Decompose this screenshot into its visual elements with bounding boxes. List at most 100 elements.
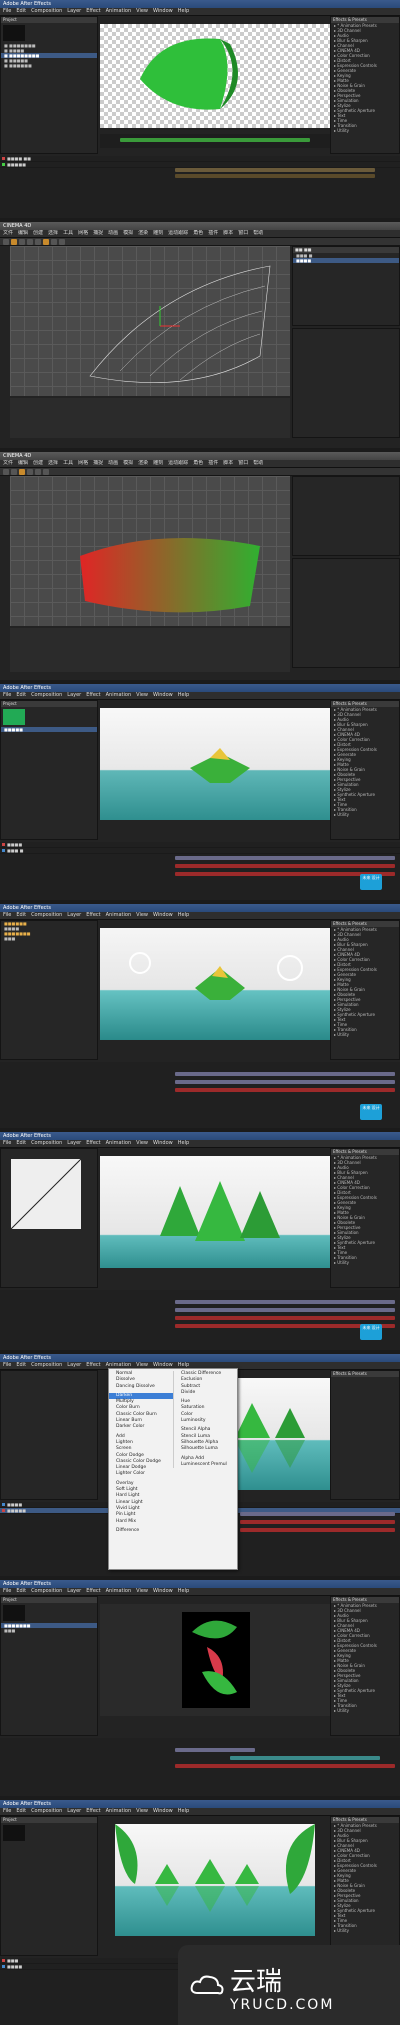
menu-item[interactable]: Layer	[67, 1140, 81, 1147]
menu-item[interactable]: 脚本	[223, 460, 233, 467]
composition-viewer[interactable]	[100, 708, 330, 820]
tool-button[interactable]	[35, 239, 41, 245]
menu-item[interactable]: Effect	[86, 1362, 100, 1369]
menu-item[interactable]: Layer	[67, 692, 81, 699]
tool-button[interactable]	[27, 239, 33, 245]
tool-button[interactable]	[3, 239, 9, 245]
menu-item[interactable]: 运动跟踪	[168, 230, 188, 237]
menu-item[interactable]: File	[3, 1588, 11, 1595]
blend-mode-option[interactable]: Luminescent Premul	[174, 1462, 238, 1468]
menu-item[interactable]: Window	[153, 912, 173, 919]
menu-item[interactable]: Window	[153, 1588, 173, 1595]
tool-button[interactable]	[19, 239, 25, 245]
timeline-panel[interactable]: ■■■■ ■■ ■■■■■	[0, 156, 400, 218]
menu-item[interactable]: Window	[153, 692, 173, 699]
effect-category-item[interactable]: ▸ Utility	[331, 812, 399, 817]
timeline-panel[interactable]	[10, 398, 290, 438]
menu-item[interactable]: 插件	[208, 230, 218, 237]
menu-item[interactable]: Effect	[86, 1808, 100, 1815]
menu-item[interactable]: View	[136, 692, 148, 699]
menu-item[interactable]: View	[136, 1140, 148, 1147]
3d-viewport[interactable]	[10, 246, 290, 396]
menu-item[interactable]: Animation	[106, 912, 132, 919]
menu-item[interactable]: Help	[178, 912, 189, 919]
menu-item[interactable]: Help	[178, 1140, 189, 1147]
effect-category-item[interactable]: ▸ Utility	[331, 1032, 399, 1037]
menu-item[interactable]: Animation	[106, 1808, 132, 1815]
menu-item[interactable]: 插件	[208, 460, 218, 467]
menu-item[interactable]: File	[3, 1140, 11, 1147]
menu-item[interactable]: Composition	[31, 1362, 62, 1369]
menu-item[interactable]: File	[3, 1808, 11, 1815]
menu-item[interactable]: 雕刻	[153, 460, 163, 467]
menu-item[interactable]: Window	[153, 8, 173, 15]
table-row[interactable]: ■■■ ■	[0, 848, 400, 854]
list-item[interactable]: ■■■■	[293, 258, 399, 263]
menu-item[interactable]: Layer	[67, 912, 81, 919]
menu-item[interactable]: Composition	[31, 1588, 62, 1595]
menu-item[interactable]: View	[136, 1808, 148, 1815]
menu-item[interactable]: File	[3, 912, 11, 919]
menu-item[interactable]: Composition	[31, 692, 62, 699]
menu-item[interactable]: 运动跟踪	[168, 460, 188, 467]
menu-item[interactable]: Help	[178, 692, 189, 699]
timeline-ruler[interactable]	[100, 134, 330, 148]
effect-category-item[interactable]: ▸ Utility	[331, 128, 399, 133]
list-item[interactable]: ■■■■■	[1, 727, 97, 732]
tool-button[interactable]	[43, 469, 49, 475]
menu-item[interactable]: File	[3, 8, 11, 15]
menu-item[interactable]: 角色	[193, 460, 203, 467]
menu-item[interactable]: 网格	[78, 230, 88, 237]
3d-viewport[interactable]	[10, 476, 290, 626]
menu-item[interactable]: Help	[178, 1588, 189, 1595]
menu-item[interactable]: View	[136, 8, 148, 15]
menu-item[interactable]: 渲染	[138, 460, 148, 467]
tool-button[interactable]	[11, 239, 17, 245]
menu-item[interactable]: Edit	[16, 1588, 26, 1595]
menu-item[interactable]: Help	[178, 1808, 189, 1815]
blend-mode-option[interactable]: Difference	[109, 1528, 173, 1534]
menu-item[interactable]: 渲染	[138, 230, 148, 237]
composition-viewer[interactable]	[100, 1156, 330, 1268]
list-item[interactable]: ■ ■■■■■■	[1, 63, 97, 68]
menu-item[interactable]: Animation	[106, 1140, 132, 1147]
menu-item[interactable]: View	[136, 1588, 148, 1595]
menu-item[interactable]: Edit	[16, 8, 26, 15]
menu-item[interactable]: 窗口	[238, 230, 248, 237]
tool-button[interactable]	[3, 469, 9, 475]
menu-item[interactable]: 脚本	[223, 230, 233, 237]
menu-item[interactable]: 文件	[3, 460, 13, 467]
menu-item[interactable]: Edit	[16, 1140, 26, 1147]
menu-item[interactable]: 捕捉	[93, 460, 103, 467]
timeline-panel[interactable]: ■■■■ ■■■ ■	[0, 842, 400, 900]
composition-viewer[interactable]	[100, 1604, 330, 1716]
menu-item[interactable]: View	[136, 912, 148, 919]
curves-graph[interactable]	[10, 1158, 82, 1230]
menu-item[interactable]: 编辑	[18, 230, 28, 237]
menu-item[interactable]: Composition	[31, 1140, 62, 1147]
menu-item[interactable]: Edit	[16, 912, 26, 919]
menu-item[interactable]: Composition	[31, 8, 62, 15]
menu-item[interactable]: Layer	[67, 8, 81, 15]
menu-item[interactable]: 雕刻	[153, 230, 163, 237]
menu-item[interactable]: 窗口	[238, 460, 248, 467]
timeline-panel[interactable]	[0, 1290, 400, 1350]
menu-item[interactable]: Help	[178, 8, 189, 15]
tool-button[interactable]	[27, 469, 33, 475]
menu-item[interactable]: 创建	[33, 230, 43, 237]
menu-item[interactable]: File	[3, 1362, 11, 1369]
menu-item[interactable]: 选择	[48, 230, 58, 237]
menu-item[interactable]: Window	[153, 1808, 173, 1815]
menu-item[interactable]: 工具	[63, 230, 73, 237]
menu-item[interactable]: 文件	[3, 230, 13, 237]
timeline-panel[interactable]	[10, 628, 290, 672]
menu-item[interactable]: 模拟	[123, 460, 133, 467]
menu-item[interactable]: File	[3, 692, 11, 699]
tool-button[interactable]	[51, 239, 57, 245]
menu-item[interactable]: 创建	[33, 460, 43, 467]
menu-item[interactable]: 模拟	[123, 230, 133, 237]
effect-category-item[interactable]: ▸ Utility	[331, 1928, 399, 1933]
menu-item[interactable]: 编辑	[18, 460, 28, 467]
menu-item[interactable]: 网格	[78, 460, 88, 467]
effect-category-item[interactable]: ▸ Utility	[331, 1708, 399, 1713]
